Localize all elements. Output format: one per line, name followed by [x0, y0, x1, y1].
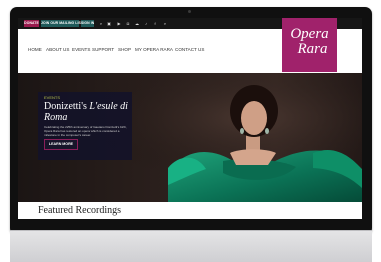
- nav-item-shop[interactable]: SHOP: [118, 47, 131, 52]
- instagram-icon[interactable]: ◘: [125, 20, 131, 27]
- facebook-icon[interactable]: f: [152, 20, 158, 27]
- nav-item-events[interactable]: EVENTS: [72, 47, 90, 52]
- sign-in-button[interactable]: SIGN IN: [81, 20, 94, 27]
- search-icon[interactable]: ⌕: [98, 20, 104, 27]
- event-title: Donizetti's L'esule di Roma: [44, 101, 132, 123]
- nav-item-support[interactable]: SUPPORT: [92, 47, 114, 52]
- logo-line-1: Opera: [290, 26, 329, 42]
- event-description: Celebrating the 225th anniversary of Gae…: [44, 125, 127, 137]
- search-icon[interactable]: ⌕: [162, 20, 168, 27]
- featured-recordings-heading: Featured Recordings: [38, 205, 122, 216]
- mailing-list-button[interactable]: JOIN OUR MAILING LIST: [41, 20, 83, 27]
- nav-item-contact-us[interactable]: CONTACT US: [175, 47, 204, 52]
- logo-line-2: Rara: [297, 41, 328, 57]
- opera-rara-logo[interactable]: Opera Rara: [282, 18, 337, 72]
- website-screen: DONATE JOIN OUR MAILING LIST SIGN IN ⌕ ▣…: [18, 18, 362, 219]
- twitter-icon[interactable]: ♪: [143, 20, 149, 27]
- nav-item-about-us[interactable]: ABOUT US: [46, 47, 69, 52]
- youtube-icon[interactable]: ▶: [116, 20, 122, 27]
- soundcloud-icon[interactable]: ☁: [134, 20, 140, 27]
- learn-more-button[interactable]: LEARN MORE: [44, 139, 78, 150]
- nav-item-my-opera-rara[interactable]: MY OPERA RARA: [135, 47, 173, 52]
- nav-item-home[interactable]: HOME: [28, 47, 42, 52]
- monitor-chin: [10, 230, 372, 262]
- cart-icon[interactable]: ▣: [106, 20, 112, 27]
- camera-icon: [188, 10, 191, 13]
- donate-button[interactable]: DONATE: [24, 20, 39, 27]
- event-category-label: EVENTS: [44, 95, 61, 100]
- event-title-prefix: Donizetti's: [44, 101, 90, 112]
